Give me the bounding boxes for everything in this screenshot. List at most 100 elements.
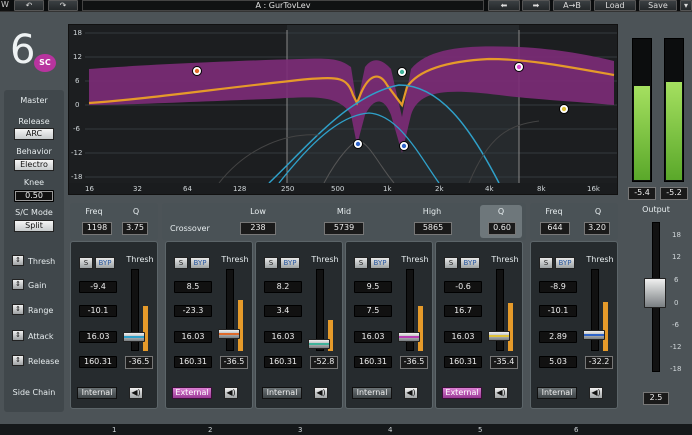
low-shelf-q-value[interactable]: 3.75 bbox=[122, 222, 148, 235]
gain-link-button[interactable]: ⇕ bbox=[12, 279, 24, 290]
thresh-link-button[interactable]: ⇕ bbox=[12, 255, 24, 266]
band-thresh-value[interactable]: -36.5 bbox=[220, 356, 248, 369]
band-release-value[interactable]: 160.31 bbox=[354, 356, 392, 368]
low-shelf-freq-label: Freq bbox=[85, 207, 103, 216]
band-gain-value[interactable]: -9.4 bbox=[79, 281, 117, 293]
band-sidechain-button[interactable]: External bbox=[442, 387, 482, 399]
band-thresh-value[interactable]: -36.5 bbox=[400, 356, 428, 369]
solo-button[interactable]: S bbox=[354, 257, 368, 269]
master-panel: Master Release ARC Behavior Electro Knee… bbox=[4, 90, 64, 412]
band-thresh-value[interactable]: -32.2 bbox=[585, 356, 613, 369]
solo-button[interactable]: S bbox=[444, 257, 458, 269]
solo-button[interactable]: S bbox=[79, 257, 93, 269]
undo-button[interactable]: ↶ bbox=[14, 0, 44, 11]
save-button[interactable]: Save bbox=[639, 0, 677, 11]
redo-button[interactable]: ↷ bbox=[48, 0, 78, 11]
next-preset-button[interactable]: ➡ bbox=[522, 0, 550, 11]
band-attack-value[interactable]: 16.03 bbox=[264, 331, 302, 343]
band-thresh-value[interactable]: -36.5 bbox=[125, 356, 153, 369]
band-strip-6: S BYP Thresh -8.9 -10.1 2.89 5.03 -32.2 … bbox=[530, 241, 618, 409]
band-gain-value[interactable]: 8.5 bbox=[174, 281, 212, 293]
band-release-value[interactable]: 5.03 bbox=[539, 356, 577, 368]
solo-button[interactable]: S bbox=[264, 257, 278, 269]
band-range-value[interactable]: -23.3 bbox=[174, 305, 212, 317]
x-tick: 2k bbox=[435, 185, 444, 193]
speaker-icon[interactable]: ◀) bbox=[314, 387, 328, 399]
preset-name-display[interactable]: A : GurTovLev bbox=[82, 0, 484, 11]
solo-button[interactable]: S bbox=[174, 257, 188, 269]
x-tick: 1k bbox=[383, 185, 392, 193]
band-thresh-knob[interactable] bbox=[583, 330, 605, 340]
bypass-button[interactable]: BYP bbox=[370, 257, 390, 269]
speaker-icon[interactable]: ◀) bbox=[589, 387, 603, 399]
speaker-icon[interactable]: ◀) bbox=[404, 387, 418, 399]
band-range-value[interactable]: 3.4 bbox=[264, 305, 302, 317]
band-sidechain-button[interactable]: Internal bbox=[262, 387, 302, 399]
band-sidechain-button[interactable]: External bbox=[172, 387, 212, 399]
band-release-value[interactable]: 160.31 bbox=[79, 356, 117, 368]
knee-value[interactable]: 0.50 bbox=[14, 190, 54, 202]
attack-link-button[interactable]: ⇕ bbox=[12, 330, 24, 341]
low-shelf-q-label: Q bbox=[132, 207, 140, 216]
output-tick: -18 bbox=[670, 365, 682, 373]
high-shelf-q-value[interactable]: 3.20 bbox=[584, 222, 610, 235]
band-attack-value[interactable]: 16.03 bbox=[174, 331, 212, 343]
high-shelf-freq-value[interactable]: 644 bbox=[540, 222, 570, 235]
band-thresh-knob[interactable] bbox=[218, 329, 240, 339]
load-button[interactable]: Load bbox=[594, 0, 636, 11]
band-thresh-value[interactable]: -52.8 bbox=[310, 356, 338, 369]
release-link-button[interactable]: ⇕ bbox=[12, 355, 24, 366]
band-gain-value[interactable]: 8.2 bbox=[264, 281, 302, 293]
menu-button[interactable]: ▾ bbox=[680, 0, 692, 11]
behavior-button[interactable]: Electro bbox=[14, 159, 54, 171]
bypass-button[interactable]: BYP bbox=[555, 257, 575, 269]
band-attack-value[interactable]: 2.89 bbox=[539, 331, 577, 343]
sidechain-row-label: Side Chain bbox=[12, 388, 56, 397]
band-range-value[interactable]: 16.7 bbox=[444, 305, 482, 317]
bypass-button[interactable]: BYP bbox=[280, 257, 300, 269]
output-value[interactable]: 2.5 bbox=[643, 392, 669, 405]
eq-graph[interactable]: 18 12 6 0 -6 -12 -18 16 32 64 128 250 50… bbox=[68, 24, 618, 195]
output-fader-knob[interactable] bbox=[644, 278, 666, 308]
band-range-value[interactable]: -10.1 bbox=[79, 305, 117, 317]
speaker-icon[interactable]: ◀) bbox=[129, 387, 143, 399]
crossover-high-value[interactable]: 5865 bbox=[414, 222, 452, 235]
band-sidechain-button[interactable]: Internal bbox=[352, 387, 392, 399]
band-sidechain-button[interactable]: Internal bbox=[537, 387, 577, 399]
ab-compare-button[interactable]: A→B bbox=[553, 0, 591, 11]
band-thresh-knob[interactable] bbox=[123, 332, 145, 342]
band-range-value[interactable]: 7.5 bbox=[354, 305, 392, 317]
band-attack-value[interactable]: 16.03 bbox=[354, 331, 392, 343]
band-sidechain-button[interactable]: Internal bbox=[77, 387, 117, 399]
crossover-q-value[interactable]: 0.60 bbox=[488, 222, 516, 235]
band-range-value[interactable]: -10.1 bbox=[539, 305, 577, 317]
band-release-value[interactable]: 160.31 bbox=[264, 356, 302, 368]
band-thresh-knob[interactable] bbox=[308, 339, 330, 349]
band-thresh-knob[interactable] bbox=[488, 331, 510, 341]
band-gain-value[interactable]: -8.9 bbox=[539, 281, 577, 293]
crossover-mid-value[interactable]: 5739 bbox=[324, 222, 364, 235]
band-gain-value[interactable]: -0.6 bbox=[444, 281, 482, 293]
band-release-value[interactable]: 160.31 bbox=[174, 356, 212, 368]
solo-button[interactable]: S bbox=[539, 257, 553, 269]
speaker-icon[interactable]: ◀) bbox=[494, 387, 508, 399]
band-release-value[interactable]: 160.31 bbox=[444, 356, 482, 368]
band-gain-value[interactable]: 9.5 bbox=[354, 281, 392, 293]
waves-logo: W bbox=[0, 0, 10, 11]
eq-graph-svg[interactable] bbox=[69, 25, 618, 195]
range-link-button[interactable]: ⇕ bbox=[12, 304, 24, 315]
band-attack-value[interactable]: 16.03 bbox=[79, 331, 117, 343]
speaker-icon[interactable]: ◀) bbox=[224, 387, 238, 399]
release-mode-button[interactable]: ARC bbox=[14, 128, 54, 140]
band-thresh-value[interactable]: -35.4 bbox=[490, 356, 518, 369]
low-shelf-freq-value[interactable]: 1198 bbox=[82, 222, 112, 235]
bypass-button[interactable]: BYP bbox=[460, 257, 480, 269]
bypass-button[interactable]: BYP bbox=[95, 257, 115, 269]
crossover-low-value[interactable]: 238 bbox=[240, 222, 276, 235]
bypass-button[interactable]: BYP bbox=[190, 257, 210, 269]
prev-preset-button[interactable]: ⬅ bbox=[488, 0, 520, 11]
band-thresh-knob[interactable] bbox=[398, 332, 420, 342]
band-attack-value[interactable]: 16.03 bbox=[444, 331, 482, 343]
sc-mode-button[interactable]: Split bbox=[14, 220, 54, 232]
output-label: Output bbox=[642, 205, 670, 214]
